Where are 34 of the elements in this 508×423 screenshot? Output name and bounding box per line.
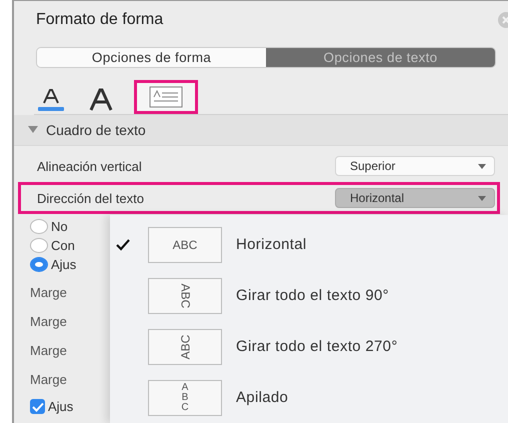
margin-label: Marge — [30, 284, 67, 302]
caret-icon — [478, 196, 486, 200]
text-effects-icon — [88, 88, 114, 112]
margin-label: Marge — [30, 342, 67, 360]
radio-button[interactable] — [30, 219, 48, 234]
section-header[interactable]: Cuadro de texto — [14, 115, 508, 146]
menu-item[interactable]: ABC Apilado — [110, 372, 508, 423]
margin-label: Marge — [30, 371, 67, 389]
fill-line-icon — [38, 88, 64, 112]
menu-item[interactable]: ABC Girar todo el texto 90° — [110, 270, 508, 321]
menu-item[interactable]: ABC Girar todo el texto 270° — [110, 321, 508, 372]
option-label: Ajus — [51, 257, 76, 272]
option-label: Con — [51, 238, 75, 253]
checkbox[interactable] — [30, 399, 45, 414]
text-direction-preview: ABC — [148, 226, 222, 262]
caret-icon — [478, 164, 486, 168]
text-direction-preview: ABC — [148, 380, 222, 416]
option-label: No — [51, 219, 68, 234]
section-title: Cuadro de texto — [46, 122, 146, 138]
field-label: Alineación vertical — [37, 158, 142, 174]
menu-item[interactable]: ABC Horizontal — [110, 219, 508, 270]
field-label: Dirección del texto — [37, 190, 144, 206]
option-label: Ajus — [48, 399, 74, 414]
panel-title: Formato de forma — [36, 11, 164, 29]
margin-label: Marge — [30, 313, 67, 331]
disclosure-triangle-icon — [28, 126, 38, 134]
text-direction-preview: ABC — [148, 278, 222, 314]
textbox-icon — [149, 86, 183, 108]
radio-button[interactable] — [30, 257, 48, 272]
radio-button[interactable] — [30, 238, 48, 253]
text-direction-preview: ABC — [148, 328, 222, 364]
dropdown[interactable]: Horizontal — [335, 188, 495, 208]
segment-tab[interactable]: Opciones de forma — [37, 48, 266, 67]
dropdown[interactable]: Superior — [335, 156, 495, 176]
